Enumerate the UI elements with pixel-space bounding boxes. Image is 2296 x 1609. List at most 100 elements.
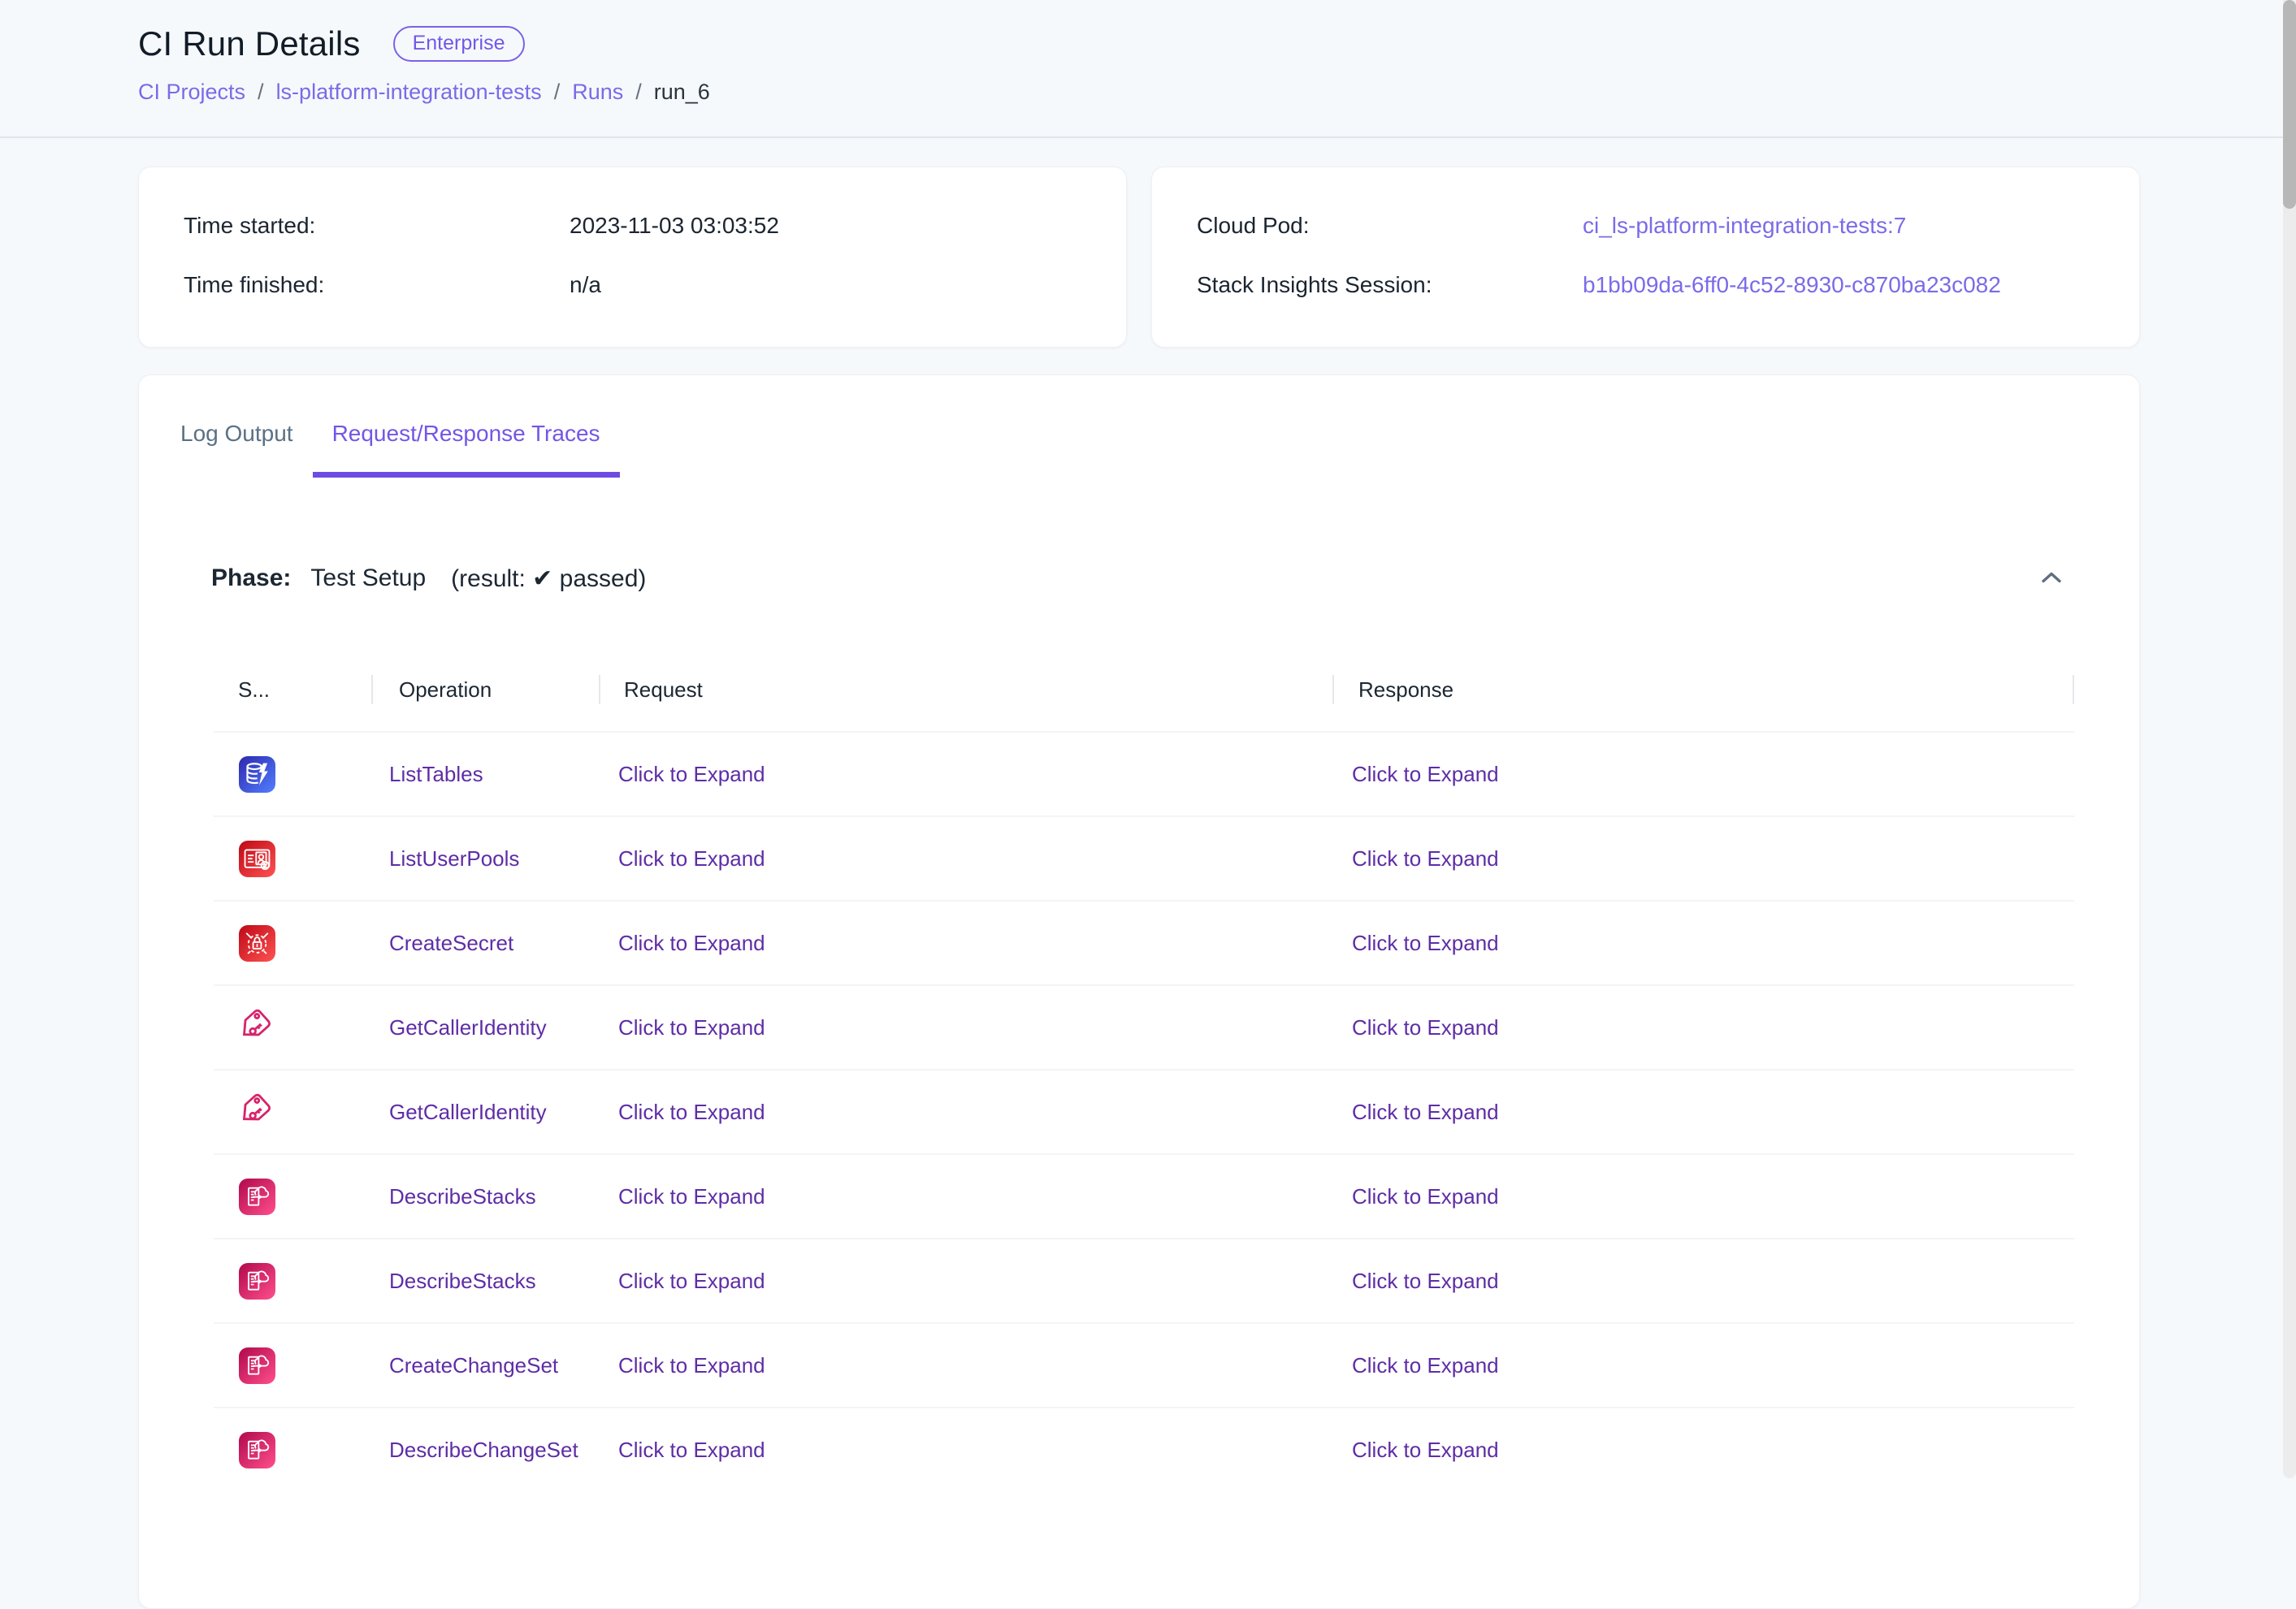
response-cell: Click to Expand xyxy=(1334,762,2074,787)
service-cell xyxy=(214,841,373,877)
operation-cell: DescribeStacks xyxy=(373,1184,600,1209)
cloudformation-icon xyxy=(239,1179,275,1215)
breadcrumb-separator: / xyxy=(258,80,264,105)
response-expand-link[interactable]: Click to Expand xyxy=(1352,762,1499,787)
response-cell: Click to Expand xyxy=(1334,1184,2074,1209)
service-cell xyxy=(214,1179,373,1215)
response-expand-link[interactable]: Click to Expand xyxy=(1352,1184,1499,1209)
breadcrumb-separator: / xyxy=(554,80,561,105)
trace-table: S...OperationRequestResponse ListTables C… xyxy=(214,648,2074,1491)
request-cell: Click to Expand xyxy=(600,1184,1334,1209)
cloud-pod-link[interactable]: ci_ls-platform-integration-tests:7 xyxy=(1583,213,2139,239)
table-row: ListUserPools Click to Expand Click to Exp… xyxy=(214,815,2074,900)
response-expand-link[interactable]: Click to Expand xyxy=(1352,1100,1499,1125)
stack-insights-session-link[interactable]: b1bb09da-6ff0-4c52-8930-c870ba23c082 xyxy=(1583,272,2139,298)
operation-cell: DescribeStacks xyxy=(373,1269,600,1294)
operation-link[interactable]: GetCallerIdentity xyxy=(389,1015,547,1040)
table-row: DescribeStacks Click to Expand Click to Ex… xyxy=(214,1238,2074,1322)
cloudformation-icon xyxy=(239,1432,275,1468)
traces-card: Log OutputRequest/Response Traces Phase:… xyxy=(138,374,2140,1609)
operation-link[interactable]: GetCallerIdentity xyxy=(389,1100,547,1125)
sts-icon xyxy=(236,1006,278,1049)
response-expand-link[interactable]: Click to Expand xyxy=(1352,1269,1499,1294)
response-cell: Click to Expand xyxy=(1334,1015,2074,1040)
phase-result: (result: ✔ passed) xyxy=(451,564,646,593)
request-expand-link[interactable]: Click to Expand xyxy=(618,931,765,956)
response-expand-link[interactable]: Click to Expand xyxy=(1352,1438,1499,1463)
service-cell xyxy=(214,756,373,793)
table-row: DescribeChangeSet Click to Expand Click to… xyxy=(214,1407,2074,1491)
operation-cell: CreateSecret xyxy=(373,931,600,956)
service-cell xyxy=(214,1347,373,1384)
request-expand-link[interactable]: Click to Expand xyxy=(618,1015,765,1040)
response-expand-link[interactable]: Click to Expand xyxy=(1352,846,1499,872)
secretsmanager-icon xyxy=(239,925,275,962)
response-cell: Click to Expand xyxy=(1334,1269,2074,1294)
request-expand-link[interactable]: Click to Expand xyxy=(618,1184,765,1209)
request-cell: Click to Expand xyxy=(600,1100,1334,1125)
response-expand-link[interactable]: Click to Expand xyxy=(1352,1353,1499,1378)
column-header-s[interactable]: S... xyxy=(214,648,373,731)
enterprise-badge: Enterprise xyxy=(393,26,525,62)
operation-cell: ListUserPools xyxy=(373,846,600,872)
request-expand-link[interactable]: Click to Expand xyxy=(618,846,765,872)
operation-link[interactable]: DescribeChangeSet xyxy=(389,1438,578,1463)
column-header-request[interactable]: Request xyxy=(600,648,1334,731)
request-cell: Click to Expand xyxy=(600,931,1334,956)
response-expand-link[interactable]: Click to Expand xyxy=(1352,1015,1499,1040)
table-row: CreateChangeSet Click to Expand Click to E… xyxy=(214,1322,2074,1407)
cloudformation-icon xyxy=(239,1347,275,1384)
scrollbar-thumb[interactable] xyxy=(2283,0,2296,209)
operation-link[interactable]: CreateChangeSet xyxy=(389,1353,558,1378)
page-header: CI Run Details Enterprise CI Projects/ls… xyxy=(0,0,2296,138)
cognito-icon xyxy=(239,841,275,877)
request-expand-link[interactable]: Click to Expand xyxy=(618,762,765,787)
breadcrumb-item-ls-platform-integration-tests[interactable]: ls-platform-integration-tests xyxy=(276,80,542,105)
operation-link[interactable]: ListUserPools xyxy=(389,846,519,872)
breadcrumb-separator: / xyxy=(635,80,642,105)
chevron-up-icon xyxy=(2041,570,2062,586)
time-started-label: Time started: xyxy=(184,213,570,239)
request-expand-link[interactable]: Click to Expand xyxy=(618,1353,765,1378)
operation-link[interactable]: CreateSecret xyxy=(389,931,513,956)
column-header-operation[interactable]: Operation xyxy=(373,648,600,731)
cloud-card: Cloud Pod: ci_ls-platform-integration-te… xyxy=(1151,167,2140,348)
time-started-row: Time started: 2023-11-03 03:03:52 xyxy=(184,213,1126,239)
operation-cell: ListTables xyxy=(373,762,600,787)
operation-cell: DescribeChangeSet xyxy=(373,1438,600,1463)
collapse-phase-button[interactable] xyxy=(2041,570,2062,586)
request-expand-link[interactable]: Click to Expand xyxy=(618,1269,765,1294)
phase-accordion-header[interactable]: Phase: Test Setup (result: ✔ passed) xyxy=(139,564,2139,593)
dynamodb-icon xyxy=(239,756,275,793)
response-cell: Click to Expand xyxy=(1334,1353,2074,1378)
trace-rows: ListTables Click to Expand Click to Expand… xyxy=(214,731,2074,1491)
column-header-response[interactable]: Response xyxy=(1334,648,2074,731)
request-cell: Click to Expand xyxy=(600,1269,1334,1294)
request-expand-link[interactable]: Click to Expand xyxy=(618,1438,765,1463)
table-row: DescribeStacks Click to Expand Click to Ex… xyxy=(214,1153,2074,1238)
service-cell xyxy=(214,1091,373,1133)
trace-table-header: S...OperationRequestResponse xyxy=(214,648,2074,731)
cloud-pod-row: Cloud Pod: ci_ls-platform-integration-te… xyxy=(1197,213,2139,239)
stack-insights-label: Stack Insights Session: xyxy=(1197,272,1583,298)
tab-log-output[interactable]: Log Output xyxy=(161,422,313,478)
tab-request-response-traces[interactable]: Request/Response Traces xyxy=(313,422,620,478)
request-expand-link[interactable]: Click to Expand xyxy=(618,1100,765,1125)
breadcrumb-item-ci-projects[interactable]: CI Projects xyxy=(138,80,245,105)
operation-link[interactable]: ListTables xyxy=(389,762,483,787)
cloudformation-icon xyxy=(239,1263,275,1300)
response-expand-link[interactable]: Click to Expand xyxy=(1352,931,1499,956)
request-cell: Click to Expand xyxy=(600,846,1334,872)
operation-link[interactable]: DescribeStacks xyxy=(389,1269,536,1294)
service-cell xyxy=(214,1432,373,1468)
scrollbar-track[interactable] xyxy=(2283,0,2296,1478)
service-cell xyxy=(214,1006,373,1049)
request-cell: Click to Expand xyxy=(600,1015,1334,1040)
table-row: GetCallerIdentity Click to Expand Click to… xyxy=(214,1069,2074,1153)
operation-link[interactable]: DescribeStacks xyxy=(389,1184,536,1209)
time-started-value: 2023-11-03 03:03:52 xyxy=(570,213,1126,239)
time-finished-value: n/a xyxy=(570,272,1126,298)
tab-bar: Log OutputRequest/Response Traces xyxy=(139,375,2139,478)
time-finished-row: Time finished: n/a xyxy=(184,272,1126,298)
breadcrumb-item-runs[interactable]: Runs xyxy=(572,80,623,105)
